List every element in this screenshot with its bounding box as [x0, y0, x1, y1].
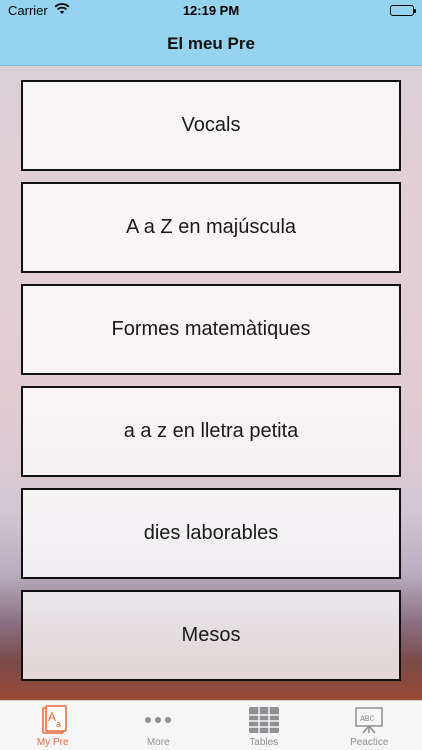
menu-item-weekdays[interactable]: dies laborables — [21, 488, 401, 579]
tab-tables[interactable]: Tables — [211, 701, 317, 750]
grid-table-icon — [247, 705, 281, 735]
abc-board-icon: ABC — [352, 705, 386, 735]
book-letters-icon: A a — [36, 705, 70, 735]
tab-bar: A a My Pre More Tables ABC Peactice — [0, 700, 422, 750]
menu-item-label: Vocals — [181, 114, 241, 136]
navigation-bar: El meu Pre — [0, 22, 422, 66]
svg-text:ABC: ABC — [360, 715, 375, 724]
tab-label: Tables — [249, 737, 279, 748]
page-title: El meu Pre — [167, 34, 255, 53]
tab-practice[interactable]: ABC Peactice — [317, 701, 422, 750]
tab-label: Peactice — [350, 737, 389, 748]
battery-icon — [390, 5, 416, 16]
status-bar: Carrier 12:19 PM — [0, 0, 422, 22]
menu-item-math-shapes[interactable]: Formes matemàtiques — [21, 284, 401, 375]
status-time: 12:19 PM — [182, 3, 240, 18]
svg-text:a: a — [56, 719, 61, 729]
menu-item-lowercase-alphabet[interactable]: a a z en lletra petita — [21, 386, 401, 477]
tab-label: More — [146, 737, 170, 748]
tab-label: My Pre — [36, 737, 69, 748]
menu-item-label: dies laborables — [143, 522, 279, 544]
tab-my-pre[interactable]: A a My Pre — [0, 701, 106, 750]
more-dots-icon — [141, 705, 175, 735]
menu-item-vocals[interactable]: Vocals — [21, 80, 401, 171]
menu-list: Vocals A a Z en majúscula Formes matemàt… — [0, 66, 422, 700]
menu-item-label: Formes matemàtiques — [111, 318, 311, 340]
menu-item-label: a a z en lletra petita — [123, 420, 299, 442]
svg-text:A: A — [48, 710, 56, 724]
tab-more[interactable]: More — [106, 701, 212, 750]
menu-item-label: A a Z en majúscula — [125, 216, 297, 238]
menu-item-uppercase-alphabet[interactable]: A a Z en majúscula — [21, 182, 401, 273]
menu-item-months[interactable]: Mesos — [21, 590, 401, 681]
menu-item-label: Mesos — [181, 624, 241, 646]
